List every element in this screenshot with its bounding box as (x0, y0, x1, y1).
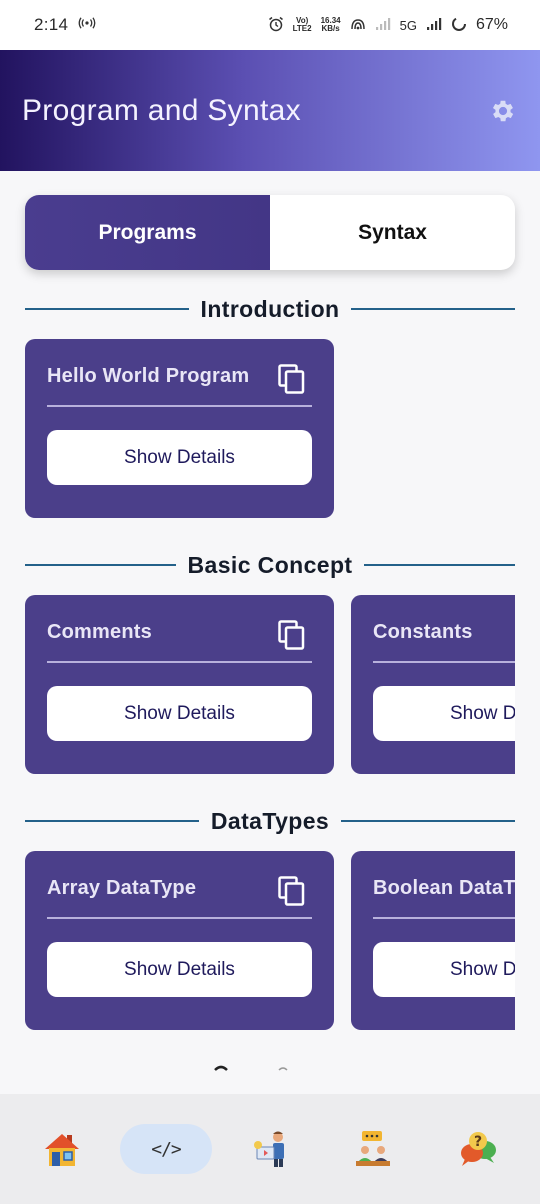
section-header-introduction: Introduction (25, 294, 515, 324)
status-bar: 2:14 Vo) LTE2 16.34 KB/s 5G 67% (0, 0, 540, 50)
nfc-icon (350, 17, 366, 34)
show-details-button[interactable]: Show D (373, 942, 515, 997)
hotspot-icon (78, 16, 96, 34)
program-card: Constants Show D (351, 595, 515, 774)
divider-line (25, 308, 189, 310)
program-card: Comments Show Details (25, 595, 334, 774)
card-title: Boolean DataT (373, 877, 515, 899)
section-title: DataTypes (210, 807, 330, 834)
copy-icon[interactable] (278, 876, 306, 906)
show-details-button[interactable]: Show Details (47, 430, 312, 485)
signal-strong-icon (426, 17, 442, 34)
divider-line (364, 564, 515, 566)
card-row-datatypes: Array DataType Show Details Boolean Data… (25, 851, 515, 1030)
section-title: Basic Concept (187, 551, 353, 578)
card-divider (47, 661, 312, 663)
card-row-basic-concept: Comments Show Details Constants Show D (25, 595, 515, 774)
card-divider (373, 661, 515, 663)
nav-code[interactable]: </> (120, 1124, 212, 1174)
program-card: Array DataType Show Details (25, 851, 334, 1030)
bottom-navigation: </> ? (0, 1094, 540, 1204)
app-bar: Program and Syntax (0, 50, 540, 171)
card-divider (47, 917, 312, 919)
settings-button[interactable] (488, 96, 518, 126)
divider-line (25, 820, 199, 822)
section-header-datatypes: DataTypes (25, 806, 515, 836)
nav-help[interactable]: ? (432, 1124, 524, 1174)
program-card: Boolean DataT Show D (351, 851, 515, 1030)
show-details-button[interactable]: Show D (373, 686, 515, 741)
card-title: Array DataType (47, 877, 197, 899)
svg-text:?: ? (474, 1134, 482, 1150)
battery-percentage: 67% (475, 16, 508, 33)
card-divider (47, 405, 312, 407)
nav-teacher[interactable] (224, 1124, 316, 1174)
teacher-icon (254, 1131, 284, 1167)
discussion-icon (356, 1131, 390, 1166)
network-speed: 16.34 KB/s (321, 17, 341, 33)
signal-weak-icon (375, 17, 391, 34)
alarm-icon (268, 16, 284, 35)
volte-indicator: Vo) LTE2 (293, 17, 312, 33)
section-header-basic-concept: Basic Concept (25, 550, 515, 580)
home-icon (45, 1134, 79, 1166)
card-divider (373, 917, 515, 919)
card-title: Hello World Program (47, 365, 250, 387)
network-speed-unit: KB/s (321, 24, 340, 33)
divider-line (25, 564, 176, 566)
divider-line (341, 820, 515, 822)
status-time: 2:14 (34, 15, 69, 34)
help-chat-icon: ? (461, 1132, 496, 1166)
program-card: Hello World Program Show Details (25, 339, 334, 518)
network-type: 5G (399, 17, 417, 33)
card-row-introduction: Hello World Program Show Details (25, 339, 515, 518)
show-details-button[interactable]: Show Details (47, 942, 312, 997)
nav-discussion[interactable] (328, 1124, 420, 1174)
battery-ring-icon (451, 16, 467, 35)
tab-programs[interactable]: Programs (25, 195, 270, 270)
show-details-button[interactable]: Show Details (47, 686, 312, 741)
card-title: Constants (373, 621, 473, 643)
section-title: Introduction (200, 295, 340, 322)
program-syntax-toggle: Programs Syntax (25, 195, 515, 270)
code-icon: </> (151, 1138, 181, 1160)
scroll-indicator (214, 1065, 288, 1071)
card-title: Comments (47, 621, 152, 643)
nav-home[interactable] (16, 1124, 108, 1174)
page-title: Program and Syntax (22, 93, 301, 127)
lte-label: LTE2 (292, 24, 312, 33)
gear-icon (492, 100, 514, 121)
tab-syntax[interactable]: Syntax (270, 195, 515, 270)
copy-icon[interactable] (278, 364, 306, 394)
divider-line (351, 308, 515, 310)
copy-icon[interactable] (278, 620, 306, 650)
